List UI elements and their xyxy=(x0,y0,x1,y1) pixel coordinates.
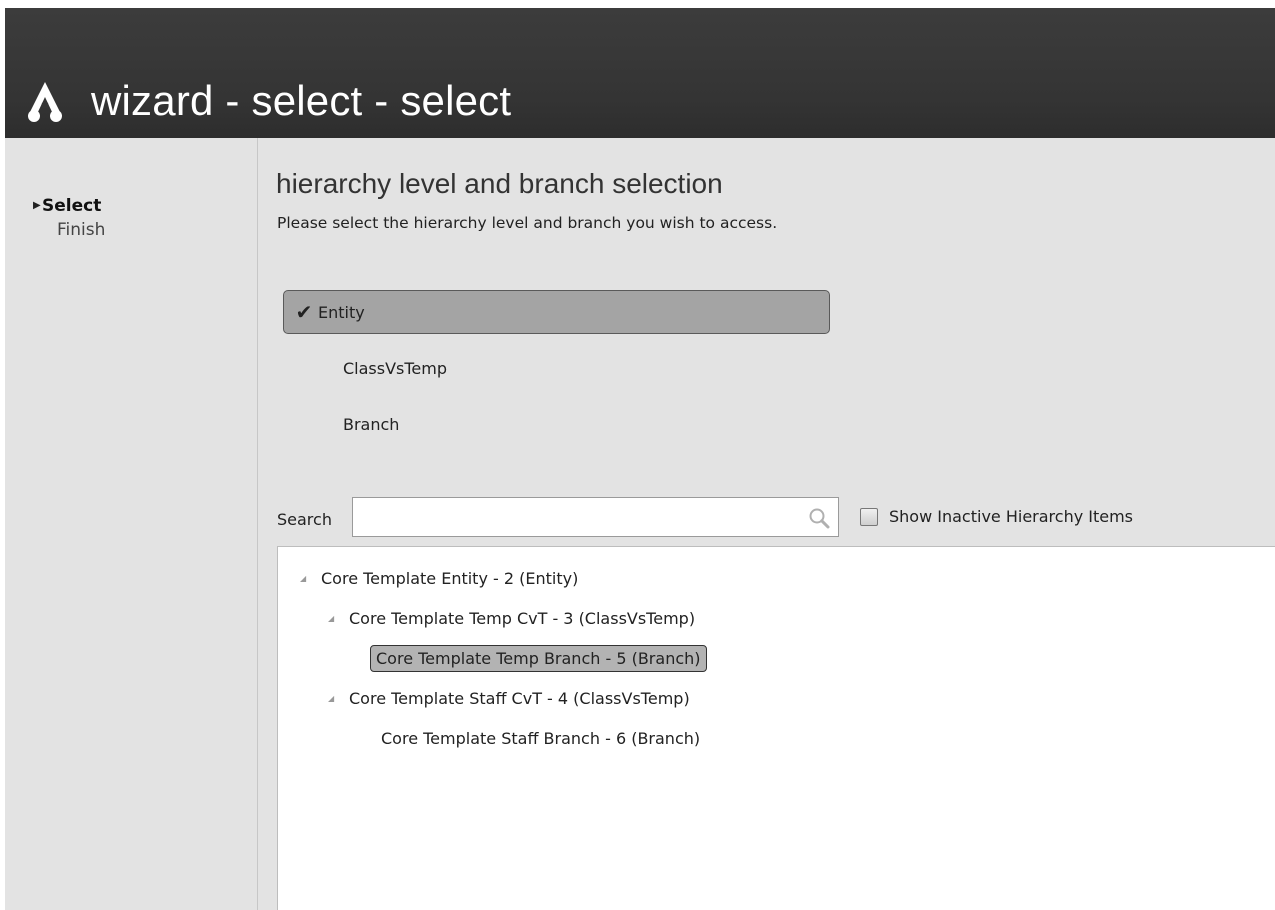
app-logo-icon xyxy=(28,82,62,122)
step-label: Finish xyxy=(57,220,106,240)
page-subtitle: Please select the hierarchy level and br… xyxy=(277,214,778,232)
checkmark-icon: ✔ xyxy=(295,300,313,324)
step-finish[interactable]: Finish xyxy=(33,218,105,242)
tree-node-label: Core Template Entity - 2 (Entity) xyxy=(321,568,579,588)
triangle-expanded-icon[interactable]: ◢ xyxy=(328,694,344,703)
tree-node[interactable]: Core Template Staff Branch - 6 (Branch) xyxy=(376,721,705,755)
tree-node-label: Core Template Temp Branch - 5 (Branch) xyxy=(370,644,707,672)
tree-node-label: Core Template Temp CvT - 3 (ClassVsTemp) xyxy=(349,608,696,628)
triangle-expanded-icon[interactable]: ◢ xyxy=(328,614,344,623)
level-option-entity[interactable]: ✔ Entity xyxy=(283,290,830,334)
tree-node-label: Core Template Staff Branch - 6 (Branch) xyxy=(381,728,701,748)
show-inactive-toggle[interactable]: Show Inactive Hierarchy Items xyxy=(860,507,1133,526)
wizard-steps: ▶ Select Finish xyxy=(33,194,105,242)
window-title: wizard - select - select xyxy=(91,77,512,124)
step-select[interactable]: ▶ Select xyxy=(33,194,105,218)
level-label: Branch xyxy=(343,414,400,434)
level-label: Entity xyxy=(318,302,365,322)
search-input[interactable] xyxy=(357,502,801,534)
show-inactive-label: Show Inactive Hierarchy Items xyxy=(889,507,1134,526)
tree-node[interactable]: ◢ Core Template Staff CvT - 4 (ClassVsTe… xyxy=(328,681,695,715)
level-label: ClassVsTemp xyxy=(343,358,448,378)
tree-node[interactable]: ◢ Core Template Entity - 2 (Entity) xyxy=(300,561,583,595)
sidebar-divider xyxy=(257,138,258,910)
wizard-body: ▶ Select Finish hierarchy level and bran… xyxy=(5,138,1275,910)
search-label: Search xyxy=(277,510,332,529)
search-field xyxy=(352,497,839,537)
level-option-classvstemp[interactable]: ClassVsTemp xyxy=(283,346,830,390)
tree-node[interactable]: ◢ Core Template Temp CvT - 3 (ClassVsTem… xyxy=(328,601,700,635)
hierarchy-tree: ◢ Core Template Entity - 2 (Entity) ◢ Co… xyxy=(277,546,1275,910)
tree-node[interactable]: Core Template Temp Branch - 5 (Branch) xyxy=(370,641,707,675)
triangle-expanded-icon[interactable]: ◢ xyxy=(300,574,316,583)
tree-node-label: Core Template Staff CvT - 4 (ClassVsTemp… xyxy=(349,688,690,708)
triangle-right-icon: ▶ xyxy=(33,200,41,211)
show-inactive-checkbox[interactable] xyxy=(860,507,878,526)
magnifier-icon[interactable] xyxy=(808,507,830,529)
page-title: hierarchy level and branch selection xyxy=(276,168,723,199)
title-bar: wizard - select - select xyxy=(5,8,1275,138)
step-label: Select xyxy=(42,196,102,216)
level-option-branch[interactable]: Branch xyxy=(283,402,830,446)
